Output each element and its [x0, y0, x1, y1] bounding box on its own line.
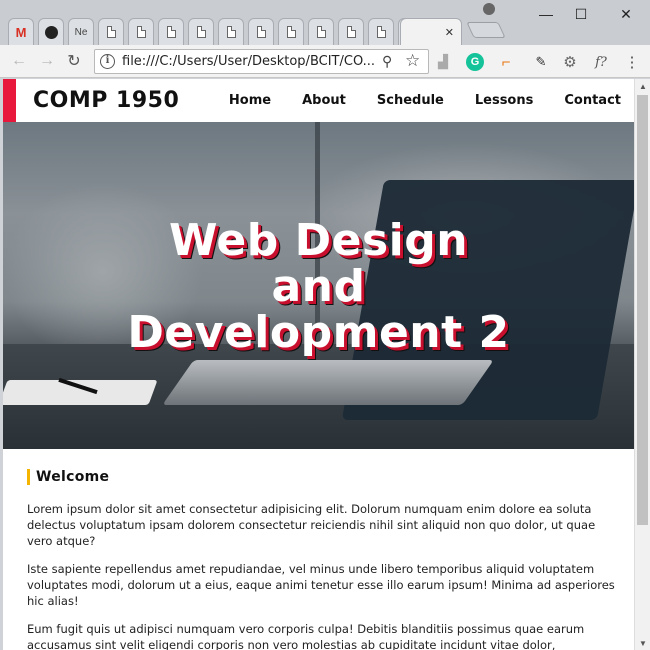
laptop-keyboard — [162, 360, 494, 405]
nav-schedule[interactable]: Schedule — [377, 93, 444, 108]
tab-active[interactable]: ✕ — [400, 18, 462, 45]
nav-lessons[interactable]: Lessons — [475, 93, 534, 108]
accent-bar — [3, 79, 16, 122]
tab-page[interactable] — [368, 18, 394, 45]
paragraph: Iste sapiente repellendus amet repudiand… — [27, 562, 615, 608]
profile-icon[interactable] — [483, 3, 495, 15]
pdf-icon[interactable]: ▟ — [434, 53, 452, 71]
main-nav: Home About Schedule Lessons Contact — [229, 93, 621, 108]
page-icon — [136, 26, 146, 38]
zoom-icon[interactable]: ⚲ — [382, 53, 392, 70]
tab-ne[interactable]: Ne — [68, 18, 94, 45]
site-logo[interactable]: COMP 1950 — [33, 88, 179, 113]
fx-icon[interactable]: f? — [592, 53, 610, 71]
close-icon[interactable]: ✕ — [445, 26, 454, 39]
tab-page[interactable] — [98, 18, 124, 45]
page-icon — [106, 26, 116, 38]
nav-contact[interactable]: Contact — [564, 93, 621, 108]
star-icon[interactable]: ☆ — [405, 51, 420, 71]
address-bar[interactable]: i file:///C:/Users/User/Desktop/BCIT/CO.… — [94, 49, 429, 74]
reload-icon[interactable]: ↻ — [63, 50, 85, 72]
eyedropper-icon[interactable]: ✎ — [532, 53, 550, 71]
gmail-icon: M — [15, 24, 27, 40]
browser-toolbar: ← → ↻ i file:///C:/Users/User/Desktop/BC… — [0, 45, 650, 78]
tab-gmail[interactable]: M — [8, 18, 34, 45]
close-window-icon[interactable]: ✕ — [610, 4, 642, 24]
paragraph: Lorem ipsum dolor sit amet consectetur a… — [27, 502, 596, 548]
page-icon — [286, 26, 296, 38]
scroll-up-icon[interactable]: ▲ — [639, 82, 647, 91]
menu-icon[interactable]: ⋮ — [623, 53, 641, 71]
tab-page[interactable] — [308, 18, 334, 45]
tab-page[interactable] — [188, 18, 214, 45]
tab-label: Ne — [74, 26, 88, 38]
url-text[interactable]: file:///C:/Users/User/Desktop/BCIT/CO... — [122, 54, 375, 69]
tab-page[interactable] — [158, 18, 184, 45]
section-heading: Welcome — [27, 469, 617, 485]
welcome-section: Welcome Lorem ipsum dolor sit amet conse… — [27, 469, 617, 650]
forward-icon[interactable]: → — [36, 50, 58, 72]
scroll-down-icon[interactable]: ▼ — [639, 639, 647, 648]
tab-github[interactable] — [38, 18, 64, 45]
site-header: COMP 1950 Home About Schedule Lessons Co… — [3, 79, 634, 122]
new-tab-button[interactable] — [466, 22, 506, 38]
tab-strip: M Ne ✕ — ☐ ✕ — [0, 0, 650, 45]
minimize-icon[interactable]: — — [530, 4, 562, 24]
hero-banner: Web Design and Development 2 — [3, 122, 634, 449]
page-icon — [196, 26, 206, 38]
page-icon — [376, 26, 386, 38]
hero-title-line: Web Design — [168, 215, 469, 266]
hero-title: Web Design and Development 2 — [3, 218, 634, 356]
vertical-scrollbar[interactable]: ▲ ▼ — [634, 79, 650, 650]
gear-icon[interactable]: ⚙ — [561, 53, 579, 71]
back-icon[interactable]: ← — [8, 50, 30, 72]
github-icon — [44, 25, 58, 39]
hero-title-line: and — [271, 261, 366, 312]
tab-page[interactable] — [218, 18, 244, 45]
page-icon — [316, 26, 326, 38]
paragraph: Eum fugit quis ut adipisci numquam vero … — [27, 622, 585, 650]
tag-icon[interactable]: ⌐ — [497, 53, 515, 71]
tab-page[interactable] — [338, 18, 364, 45]
page-icon — [226, 26, 236, 38]
scroll-thumb[interactable] — [637, 95, 648, 525]
info-icon[interactable]: i — [100, 54, 115, 69]
hero-title-line: Development 2 — [127, 307, 510, 358]
page-viewport: COMP 1950 Home About Schedule Lessons Co… — [3, 79, 634, 650]
grammarly-icon[interactable]: G — [466, 53, 484, 71]
tab-page[interactable] — [128, 18, 154, 45]
maximize-icon[interactable]: ☐ — [565, 4, 597, 24]
tab-page[interactable] — [278, 18, 304, 45]
page-icon — [166, 26, 176, 38]
nav-home[interactable]: Home — [229, 93, 271, 108]
page-icon — [346, 26, 356, 38]
page-icon — [256, 26, 266, 38]
nav-about[interactable]: About — [302, 93, 346, 108]
tab-page[interactable] — [248, 18, 274, 45]
